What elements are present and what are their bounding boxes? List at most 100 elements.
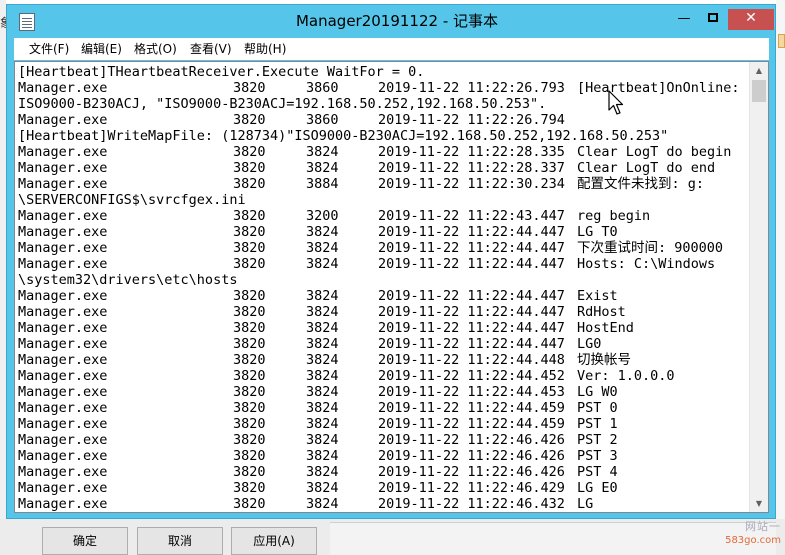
scroll-up-icon[interactable]: ▲ [750,62,768,79]
process-id: 3820 [233,320,266,336]
process-name: Manager.exe [18,352,108,368]
scroll-thumb[interactable] [752,80,766,102]
timestamp: 2019-11-22 11:22:44.447 [378,240,565,256]
process-name: Manager.exe [18,224,108,240]
thread-id: 3824 [306,368,339,384]
process-name: Manager.exe [18,480,108,496]
text-line: [Heartbeat]THeartbeatReceiver.Execute Wa… [18,64,749,80]
log-message: [Heartbeat]OnOnline: [577,80,740,96]
text-line: Manager.exe 3820 3824 2019-11-22 11:22:44.4… [18,384,749,400]
line-text: \SERVERCONFIGS$\svrcfgex.ini [18,192,246,208]
thread-id: 3824 [306,144,339,160]
title-bar[interactable]: Manager20191122 - 记事本 — ✕ [7,5,775,38]
process-id: 3820 [233,256,266,272]
process-id: 3820 [233,224,266,240]
background-highlight [778,34,785,48]
text-line: Manager.exe 3820 3824 2019-11-22 11:22:46.4… [18,464,749,480]
log-message: LG0 [577,336,602,352]
log-message: 切换帐号 [577,352,631,368]
timestamp: 2019-11-22 11:22:44.452 [378,368,565,384]
text-line: Manager.exe 3820 3860 2019-11-22 11:22:26.7… [18,80,749,96]
timestamp: 2019-11-22 11:22:43.447 [378,208,565,224]
timestamp: 2019-11-22 11:22:44.447 [378,320,565,336]
text-line: \SERVERCONFIGS$\svrcfgex.ini [18,192,749,208]
maximize-button[interactable] [699,9,727,30]
log-message: PST 3 [577,448,618,464]
notepad-icon[interactable] [19,13,35,31]
apply-button[interactable]: 应用(A) [231,527,317,555]
text-line: Manager.exe 3820 3824 2019-11-22 11:22:44.4… [18,336,749,352]
timestamp: 2019-11-22 11:22:44.447 [378,288,565,304]
process-name: Manager.exe [18,400,108,416]
text-editor[interactable]: [Heartbeat]THeartbeatReceiver.Execute Wa… [14,61,769,513]
log-message: LG E0 [577,480,618,496]
process-id: 3820 [233,416,266,432]
timestamp: 2019-11-22 11:22:44.447 [378,304,565,320]
thread-id: 3860 [306,80,339,96]
process-name: Manager.exe [18,416,108,432]
line-text: [Heartbeat]WriteMapFile: (128734)"ISO900… [18,128,669,144]
log-message: RdHost [577,304,626,320]
text-line: Manager.exe 3820 3824 2019-11-22 11:22:28.3… [18,160,749,176]
scroll-down-icon[interactable]: ▼ [750,495,768,512]
text-content[interactable]: [Heartbeat]THeartbeatReceiver.Execute Wa… [15,62,749,512]
process-name: Manager.exe [18,368,108,384]
log-message: PST 4 [577,464,618,480]
text-line: Manager.exe 3820 3824 2019-11-22 11:22:44.4… [18,304,749,320]
process-id: 3820 [233,448,266,464]
text-line: Manager.exe 3820 3200 2019-11-22 11:22:43.4… [18,208,749,224]
text-line: Manager.exe 3820 3824 2019-11-22 11:22:44.4… [18,240,749,256]
timestamp: 2019-11-22 11:22:46.426 [378,432,565,448]
text-line: [Heartbeat]WriteMapFile: (128734)"ISO900… [18,128,749,144]
timestamp: 2019-11-22 11:22:46.432 [378,496,565,512]
timestamp: 2019-11-22 11:22:46.429 [378,480,565,496]
cancel-button[interactable]: 取消 [137,527,223,555]
background-window-edge-right [776,0,785,555]
thread-id: 3824 [306,384,339,400]
menu-file[interactable]: 文件(F) [21,38,77,60]
process-name: Manager.exe [18,432,108,448]
thread-id: 3824 [306,288,339,304]
process-name: Manager.exe [18,448,108,464]
timestamp: 2019-11-22 11:22:44.453 [378,384,565,400]
line-text: [Heartbeat]THeartbeatReceiver.Execute Wa… [18,64,425,80]
vertical-scrollbar[interactable]: ▲ ▼ [749,62,768,512]
process-id: 3820 [233,400,266,416]
thread-id: 3884 [306,176,339,192]
process-id: 3820 [233,352,266,368]
process-name: Manager.exe [18,144,108,160]
process-name: Manager.exe [18,304,108,320]
minimize-button[interactable]: — [670,9,698,30]
menu-format[interactable]: 格式(O) [126,38,185,60]
ok-button[interactable]: 确定 [42,527,128,555]
process-id: 3820 [233,144,266,160]
menu-help[interactable]: 帮助(H) [236,38,294,60]
log-message: HostEnd [577,320,634,336]
close-button[interactable]: ✕ [728,9,774,30]
process-id: 3820 [233,112,266,128]
thread-id: 3824 [306,224,339,240]
process-name: Manager.exe [18,320,108,336]
thread-id: 3824 [306,336,339,352]
process-id: 3820 [233,208,266,224]
mouse-cursor-icon [608,90,624,115]
text-line: Manager.exe 3820 3824 2019-11-22 11:22:44.4… [18,368,749,384]
log-message: Hosts: C:\Windows [577,256,716,272]
watermark: 网站一 583go.com [690,520,785,552]
log-message: PST 1 [577,416,618,432]
thread-id: 3824 [306,304,339,320]
timestamp: 2019-11-22 11:22:28.335 [378,144,565,160]
process-id: 3820 [233,176,266,192]
menu-view[interactable]: 查看(V) [182,38,240,60]
process-name: Manager.exe [18,336,108,352]
text-line: Manager.exe 3820 3824 2019-11-22 11:22:46.4… [18,480,749,496]
process-name: Manager.exe [18,384,108,400]
thread-id: 3824 [306,496,339,512]
maximize-icon [708,12,718,22]
thread-id: 3824 [306,480,339,496]
process-id: 3820 [233,240,266,256]
log-message: Clear LogT do end [577,160,716,176]
text-line: Manager.exe 3820 3824 2019-11-22 11:22:44.4… [18,400,749,416]
menu-edit[interactable]: 编辑(E) [73,38,130,60]
timestamp: 2019-11-22 11:22:44.448 [378,352,565,368]
